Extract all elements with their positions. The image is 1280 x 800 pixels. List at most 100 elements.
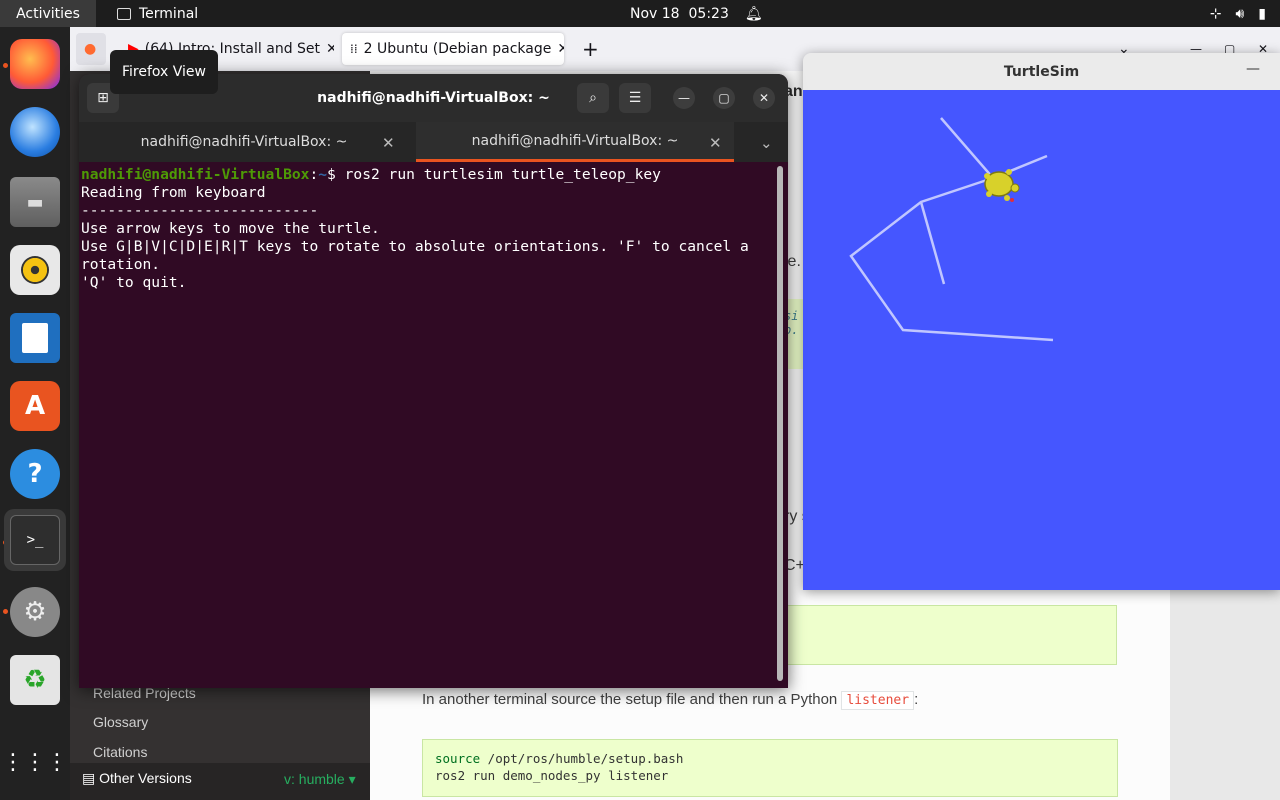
tab-label: 2 Ubuntu (Debian package	[363, 41, 552, 57]
close-icon[interactable]: ✕	[709, 134, 722, 152]
docs-sidebar-bottom: Related Projects Glossary Citations ▤ Ot…	[70, 677, 370, 800]
document-glyph	[22, 323, 48, 353]
sidebar-item-label: Glossary	[93, 714, 149, 730]
files-glyph: ▬	[26, 191, 44, 213]
turtle-leg	[1006, 169, 1012, 175]
maximize-icon: ▢	[718, 91, 730, 105]
new-tab-button[interactable]: +	[574, 33, 604, 65]
versions-text: Other Versions	[99, 770, 192, 786]
search-icon: ⌕	[589, 90, 597, 106]
grid-glyph: ⋮⋮⋮	[2, 749, 68, 775]
firefox-view-button[interactable]: ●	[76, 33, 106, 65]
plus-icon: +	[582, 37, 599, 61]
sentence-text: In another terminal source the setup fil…	[422, 691, 838, 708]
bag-glyph: A	[24, 391, 46, 421]
turtlesim-canvas	[803, 90, 1280, 590]
clock-time: 05:23	[688, 5, 729, 22]
sentence-colon: :	[914, 691, 919, 708]
hamburger-icon: ☰	[628, 90, 642, 106]
maximize-button[interactable]: ▢	[713, 87, 735, 109]
system-tray[interactable]: ⊹ 🔊︎ ▮	[1210, 0, 1266, 27]
menu-button[interactable]: ☰	[619, 83, 651, 113]
code-command: source	[435, 751, 481, 766]
turtle-leg	[1004, 195, 1010, 201]
close-button[interactable]: ✕	[753, 87, 775, 109]
turtle-leg	[986, 191, 992, 197]
search-button[interactable]: ⌕	[577, 83, 609, 113]
activities-button[interactable]: Activities	[0, 0, 96, 27]
path-segment	[919, 201, 946, 285]
app-menu[interactable]: Terminal	[117, 0, 198, 27]
trash-icon[interactable]: ♻	[10, 655, 60, 705]
listener-code-block[interactable]: source /opt/ros/humble/setup.bash ros2 r…	[422, 739, 1118, 797]
prompt-user: nadhifi@nadhifi-VirtualBox	[81, 166, 310, 183]
writer-icon[interactable]	[10, 313, 60, 363]
network-icon: ⊹	[1209, 5, 1222, 22]
activities-label: Activities	[16, 5, 80, 22]
turtle-path	[849, 117, 1054, 342]
sidebar-item-citations[interactable]: Citations	[93, 744, 147, 760]
help-icon[interactable]: ?	[10, 449, 60, 499]
settings-icon[interactable]: ⚙	[10, 587, 60, 637]
inline-code: listener	[841, 691, 915, 710]
turtle-mark	[1010, 198, 1014, 202]
terminal-tab[interactable]: nadhifi@nadhifi-VirtualBox: ~	[79, 122, 409, 162]
window-title: TurtleSim	[1003, 63, 1080, 80]
close-icon[interactable]: ✕	[557, 41, 564, 57]
files-icon[interactable]: ▬	[10, 177, 60, 227]
minimize-icon[interactable]: —	[1246, 61, 1260, 77]
volume-icon: 🔊︎	[1235, 5, 1245, 22]
clock-label: Nov 18 05:23	[630, 6, 729, 22]
firefox-icon[interactable]	[10, 39, 60, 89]
terminal-icon	[117, 7, 131, 20]
prompt-glyph: >_	[26, 532, 44, 548]
rhythmbox-icon[interactable]	[10, 245, 60, 295]
app-name: Terminal	[139, 5, 199, 22]
terminal-dock-icon[interactable]: >_	[10, 515, 60, 565]
question-glyph: ?	[27, 459, 43, 489]
show-apps-icon[interactable]: ⋮⋮⋮	[2, 737, 68, 787]
thunderbird-icon[interactable]	[10, 107, 60, 157]
tab-label: nadhifi@nadhifi-VirtualBox: ~	[471, 132, 679, 149]
versions-bar[interactable]: ▤ Other Versions v: humble ▾	[70, 763, 370, 800]
gear-icon: ⚙	[23, 597, 47, 627]
sidebar-item-glossary[interactable]: Glossary	[93, 714, 148, 730]
tab-label: nadhifi@nadhifi-VirtualBox: ~	[140, 134, 348, 150]
sidebar-item-label: Citations	[93, 744, 148, 760]
tooltip-text: Firefox View	[121, 64, 206, 80]
clock-date: Nov 18	[630, 5, 680, 22]
scrollbar[interactable]	[777, 166, 783, 681]
minimize-icon: —	[678, 91, 690, 105]
prompt-command: $ ros2 run turtlesim turtle_teleop_key	[327, 166, 661, 183]
code-args: /opt/ros/humble/setup.bash	[480, 751, 684, 766]
running-indicator	[3, 609, 8, 614]
close-icon[interactable]: ✕	[382, 134, 395, 152]
clock[interactable]: Nov 18 05:23 🔔︎	[630, 0, 763, 27]
turtle-leg	[984, 173, 990, 179]
ros-icon: ⁞⁞	[350, 42, 358, 56]
firefox-view-icon: ●	[84, 41, 97, 57]
code-line: source /opt/ros/humble/setup.bash	[435, 750, 1105, 767]
chevron-down-icon[interactable]: ⌄	[760, 134, 773, 152]
turtlesim-window[interactable]: TurtleSim —	[803, 53, 1280, 590]
path-segment	[940, 117, 1048, 180]
dock: ▬ A ? >_ ⚙ ♻ ⋮⋮⋮	[0, 27, 70, 800]
versions-label: ▤ Other Versions	[82, 770, 192, 786]
browser-tab-active[interactable]: ⁞⁞ 2 Ubuntu (Debian package ✕	[342, 33, 564, 65]
turtle-head	[1010, 183, 1020, 193]
recycle-glyph: ♻	[23, 665, 47, 695]
top-bar: Activities Terminal Nov 18 05:23 🔔︎ ⊹ 🔊︎…	[0, 0, 1280, 27]
terminal-output[interactable]: nadhifi@nadhifi-VirtualBox:~$ ros2 run t…	[81, 166, 773, 686]
version-value: v: humble ▾	[284, 771, 356, 787]
bell-icon: 🔔︎	[744, 5, 763, 22]
command-output: Reading from keyboard ------------------…	[81, 184, 749, 291]
terminal-tab-active[interactable]: nadhifi@nadhifi-VirtualBox: ~	[416, 122, 734, 162]
close-icon: ✕	[758, 91, 770, 105]
prompt-path: ~	[318, 166, 328, 183]
close-icon[interactable]: ✕	[326, 41, 334, 57]
tooltip: Firefox View	[110, 50, 218, 94]
minimize-button[interactable]: —	[673, 87, 695, 109]
terminal-window[interactable]: ⊞ nadhifi@nadhifi-VirtualBox: ~ ⌕ ☰ — ▢ …	[79, 74, 788, 688]
software-center-icon[interactable]: A	[10, 381, 60, 431]
battery-icon: ▮	[1258, 5, 1266, 22]
